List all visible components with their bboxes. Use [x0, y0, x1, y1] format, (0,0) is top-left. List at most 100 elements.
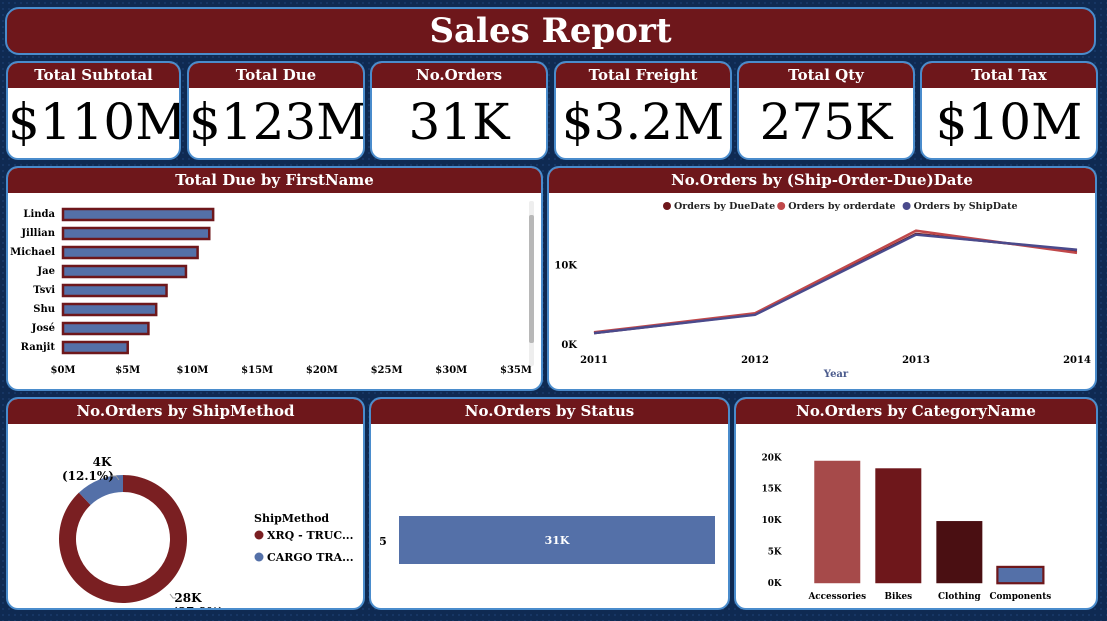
x-tick-label: $15M [241, 365, 273, 376]
kpi-label: Total Subtotal [8, 63, 179, 88]
orders-by-date-chart: Orders by DueDate Orders by orderdate Orde… [554, 201, 1091, 380]
x-tick-label: $20M [306, 365, 338, 376]
bar [61, 321, 150, 336]
kpi-value: $110M [8, 93, 181, 151]
legend-marker [777, 202, 786, 210]
kpi-label: Total Tax [922, 63, 1096, 88]
bar-label: Tsvi [33, 285, 55, 296]
bar [61, 245, 199, 260]
y-tick-label: 10K [762, 516, 782, 526]
y-tick-label: 20K [762, 453, 782, 463]
kpi-value: $123M [189, 93, 365, 151]
scrollbar-thumb [529, 215, 534, 343]
kpi-label: Total Due [189, 63, 363, 88]
legend-label: CARGO TRA... [267, 551, 354, 564]
x-tick-label: $35M [500, 365, 532, 376]
status-panel[interactable]: No.Orders by Status 5 31K [369, 397, 730, 610]
bar-label: José [31, 323, 55, 334]
kpi-value: 275K [759, 93, 893, 151]
shipmethod-title: No.Orders by ShipMethod [8, 399, 363, 424]
x-tick-label: 2012 [741, 355, 769, 366]
kpi-card[interactable]: Total Subtotal $110M [6, 61, 181, 160]
x-tick-label: $30M [435, 365, 467, 376]
bar [61, 264, 188, 279]
kpi-value: $3.2M [561, 93, 725, 151]
x-tick-label: 2011 [580, 355, 608, 366]
series-line [593, 233, 1078, 335]
category-title: No.Orders by CategoryName [736, 399, 1096, 424]
bar [61, 340, 129, 355]
bar-label: Michael [10, 247, 55, 258]
series-line [593, 229, 1078, 334]
category-chart: 0K 5K 10K 15K 20K Accessories Bikes Clothing Com… [762, 453, 1052, 602]
total-due-panel[interactable]: Total Due by FirstName Linda Jillian Micha… [6, 166, 543, 391]
bar [875, 468, 922, 584]
orders-by-date-panel[interactable]: No.Orders by (Ship-Order-Due)Date Orders… [547, 166, 1097, 391]
x-tick-label: $5M [115, 365, 140, 376]
kpi-label: Total Qty [739, 63, 913, 88]
kpi-card[interactable]: Total Freight $3.2M [554, 61, 732, 160]
x-tick-label: Bikes [885, 592, 913, 602]
x-tick-label: Components [989, 592, 1051, 602]
x-tick-label: Clothing [938, 592, 981, 602]
slice-pct-label: (12.1%) [62, 469, 114, 483]
orders-by-date-title: No.Orders by (Ship-Order-Due)Date [549, 168, 1095, 193]
x-tick-label: $0M [51, 365, 76, 376]
kpi-card[interactable]: Total Qty 275K [737, 61, 915, 160]
legend-title: ShipMethod [254, 512, 329, 525]
slice-value-label: 28K [174, 591, 202, 605]
bar-label: Linda [23, 209, 55, 220]
bar [61, 207, 215, 222]
y-tick-label: 10K [554, 261, 577, 272]
kpi-label: No.Orders [372, 63, 546, 88]
legend-marker [254, 530, 264, 540]
bar [61, 226, 211, 241]
bar-label: Ranjit [21, 342, 56, 353]
bar-label: Shu [33, 304, 55, 315]
y-tick-label: 5K [768, 547, 782, 557]
slice-value-label: 4K [93, 455, 112, 469]
donut-slice [59, 475, 187, 603]
category-panel[interactable]: No.Orders by CategoryName 0K 5K 10K 15K 20K A… [734, 397, 1098, 610]
bar-label: Jillian [20, 228, 55, 239]
shipmethod-panel[interactable]: No.Orders by ShipMethod 4K(12.1%) 28K(87.… [6, 397, 365, 610]
category-label: 5 [379, 535, 387, 548]
x-axis-title: Year [823, 369, 849, 380]
data-label: 31K [545, 534, 570, 547]
status-title: No.Orders by Status [371, 399, 728, 424]
x-tick-label: Accessories [807, 592, 866, 602]
report-title: Sales Report [5, 7, 1096, 55]
y-tick-label: 0K [561, 340, 577, 351]
bar [814, 460, 861, 584]
kpi-value: $10M [935, 93, 1083, 151]
series-line [593, 232, 1078, 335]
kpi-card[interactable]: Total Tax $10M [920, 61, 1098, 160]
total-due-chart: Linda Jillian Michael Jae Tsvi Shu José Ranjit $… [10, 201, 534, 376]
legend-marker [902, 202, 911, 210]
y-tick-label: 15K [762, 485, 782, 495]
legend-marker [254, 552, 264, 562]
kpi-card[interactable]: No.Orders 31K [370, 61, 548, 160]
x-tick-label: $25M [371, 365, 403, 376]
kpi-value: 31K [408, 93, 510, 151]
x-tick-label: $10M [176, 365, 208, 376]
bar [996, 565, 1045, 585]
total-due-title: Total Due by FirstName [8, 168, 541, 193]
y-tick-label: 0K [768, 579, 782, 589]
legend-label: Orders by DueDate [674, 201, 775, 212]
legend-label: Orders by ShipDate [914, 201, 1018, 212]
legend-label: Orders by orderdate [788, 201, 895, 212]
bar-label: Jae [36, 266, 55, 277]
legend-marker [663, 202, 671, 210]
slice-pct-label: (87.9%) [172, 605, 224, 608]
x-tick-label: 2013 [902, 355, 930, 366]
status-chart: 5 31K [379, 516, 715, 564]
bar [61, 283, 168, 298]
shipmethod-chart: 4K(12.1%) 28K(87.9%) ShipMethod XRQ - TRUC.… [59, 455, 354, 608]
kpi-card[interactable]: Total Due $123M [187, 61, 365, 160]
kpi-label: Total Freight [556, 63, 730, 88]
bar [936, 521, 983, 584]
legend-label: XRQ - TRUC... [267, 529, 353, 542]
bar [61, 302, 158, 317]
x-tick-label: 2014 [1063, 355, 1091, 366]
